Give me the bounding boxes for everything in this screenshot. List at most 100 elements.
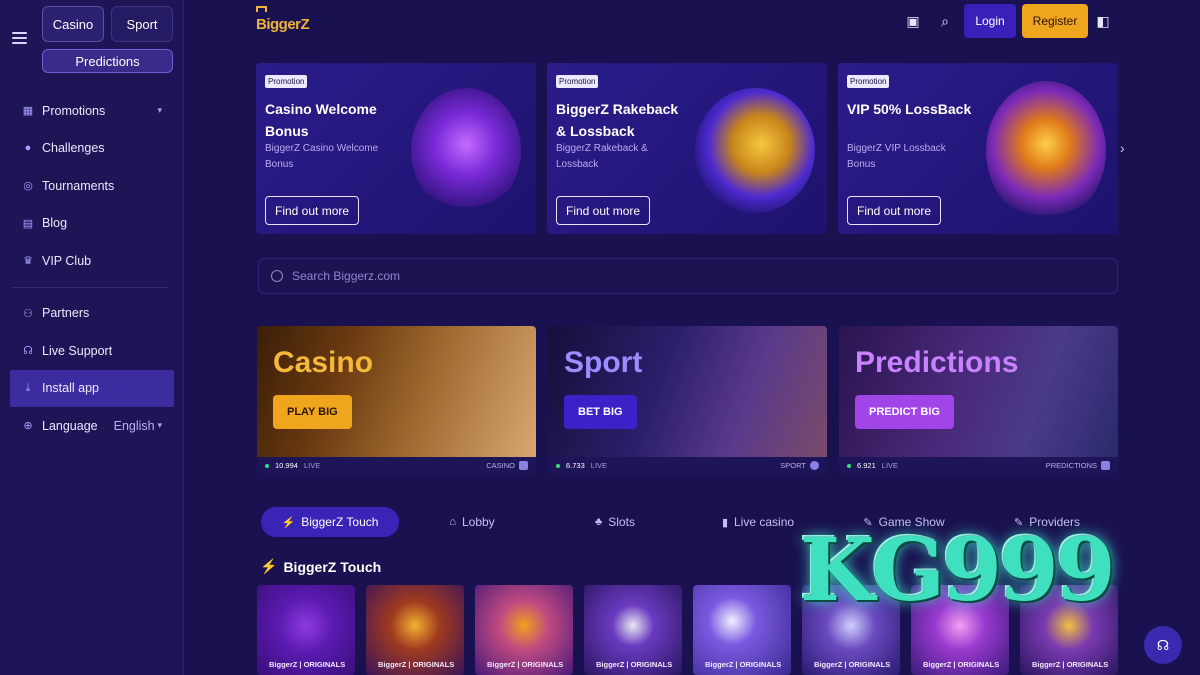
search-input[interactable]: Search Biggerz.com — [258, 258, 1118, 294]
sidebar-item-challenges[interactable]: ● Challenges — [0, 130, 184, 168]
tab-providers[interactable]: ✎ Providers — [977, 507, 1117, 537]
promo-card[interactable]: Promotion VIP 50% LossBack BiggerZ VIP L… — [838, 63, 1118, 234]
tab-label: Lobby — [461, 515, 495, 529]
register-button[interactable]: Register — [1022, 4, 1088, 38]
login-button[interactable]: Login — [964, 4, 1016, 38]
live-count: 6.921 — [857, 461, 876, 470]
sidebar-item-promotions[interactable]: ▦ Promotions ▾ — [0, 92, 184, 130]
category-tile-sport[interactable]: Sport BET BIG 6.733 LIVE SPORT — [548, 326, 827, 474]
chevron-down-icon: ▾ — [157, 105, 162, 116]
cards-icon: ▮ — [721, 516, 728, 529]
game-thumbnail[interactable]: BiggerZ | ORIGINALS — [475, 585, 573, 675]
live-count: 10.994 — [275, 461, 298, 470]
sidebar-item-language[interactable]: ⊕ Language English ▾ — [0, 407, 184, 445]
sidebar-item-label: Live Support — [42, 343, 113, 358]
game-label: BiggerZ | ORIGINALS — [487, 660, 564, 669]
game-label: BiggerZ | ORIGINALS — [596, 660, 673, 669]
chevron-right-icon[interactable]: › — [1120, 140, 1125, 156]
find-out-more-button[interactable]: Find out more — [265, 196, 360, 225]
game-label: BiggerZ | ORIGINALS — [269, 660, 346, 669]
sidebar-item-label: Blog — [42, 216, 68, 231]
sidebar-item-label: Install app — [42, 381, 99, 396]
sidebar-item-live-support[interactable]: ☊ Live Support — [0, 332, 184, 370]
sidebar-item-label: VIP Club — [42, 253, 92, 268]
microphone-icon: ✎ — [863, 516, 873, 529]
tab-slots[interactable]: ♣ Slots — [545, 507, 685, 537]
game-thumbnail[interactable]: BiggerZ | ORIGINALS — [1020, 585, 1118, 675]
support-chat-button[interactable]: ☊ — [1144, 626, 1182, 664]
mode-tab-sport[interactable]: Sport — [111, 6, 173, 42]
tab-lobby[interactable]: ⌂ Lobby — [399, 507, 545, 537]
category-tile-predictions[interactable]: Predictions PREDICT BIG 6.921 LIVE PREDI… — [839, 326, 1118, 474]
category-tag: CASINO — [486, 461, 515, 470]
game-label: BiggerZ | ORIGINALS — [705, 660, 782, 669]
download-icon: ⤓ — [25, 381, 31, 394]
promo-title: BiggerZ Rakeback & Lossback — [556, 101, 679, 139]
live-label: LIVE — [590, 461, 608, 470]
live-label: LIVE — [881, 461, 899, 470]
panel-toggle-icon[interactable]: ◧ — [1094, 12, 1112, 30]
tab-game-show[interactable]: ✎ Game Show — [831, 507, 977, 537]
sidebar-item-tournaments[interactable]: ◎ Tournaments — [0, 167, 184, 205]
promo-badge: Promotion — [556, 75, 599, 88]
promo-card[interactable]: Promotion BiggerZ Rakeback & Lossback Bi… — [547, 63, 827, 234]
section-title-text: BiggerZ Touch — [283, 558, 382, 575]
game-label: BiggerZ | ORIGINALS — [923, 660, 1000, 669]
sidebar-item-label: Language — [42, 418, 98, 433]
mode-tab-casino[interactable]: Casino — [42, 6, 104, 42]
sidebar-item-vip-club[interactable]: ♛ VIP Club — [0, 242, 184, 280]
promo-artwork — [695, 88, 815, 213]
category-footer: 6.733 LIVE SPORT — [548, 457, 827, 474]
game-thumbnail[interactable]: BiggerZ | ORIGINALS — [584, 585, 682, 675]
category-footer: 6.921 LIVE PREDICTIONS — [839, 457, 1118, 474]
providers-icon: ✎ — [1014, 516, 1024, 529]
trophy-icon: ♛ — [23, 255, 33, 268]
brand-logo[interactable]: BiggerZ — [256, 6, 310, 33]
game-thumbnail[interactable]: BiggerZ | ORIGINALS — [911, 585, 1009, 675]
search-icon — [271, 270, 283, 282]
game-thumbnail[interactable]: BiggerZ | ORIGINALS — [366, 585, 464, 675]
medal-icon: ◎ — [23, 180, 33, 193]
tab-label: Providers — [1029, 515, 1080, 529]
predict-big-button[interactable]: PREDICT BIG — [855, 395, 954, 429]
game-label: BiggerZ | ORIGINALS — [814, 660, 891, 669]
sidebar-item-blog[interactable]: ▤ Blog — [0, 205, 184, 243]
sidebar-item-label: Tournaments — [42, 178, 115, 193]
live-label: LIVE — [303, 461, 321, 470]
sidebar-item-partners[interactable]: ⚇ Partners — [0, 295, 184, 333]
language-value: English — [113, 418, 155, 433]
category-tile-casino[interactable]: Casino PLAY BIG 10.994 LIVE CASINO — [257, 326, 536, 474]
hamburger-menu-icon[interactable] — [12, 32, 27, 44]
game-thumbnail[interactable]: BiggerZ | ORIGINALS — [257, 585, 355, 675]
live-count: 6.733 — [566, 461, 585, 470]
section-title: ⚡ BiggerZ Touch — [260, 558, 381, 575]
tab-live-casino[interactable]: ▮ Live casino — [685, 507, 831, 537]
sidebar-item-install-app[interactable]: ⤓ Install app — [10, 369, 174, 407]
game-thumbnail[interactable]: BiggerZ | ORIGINALS — [802, 585, 900, 675]
game-thumbnail[interactable]: BiggerZ | ORIGINALS — [693, 585, 791, 675]
bet-big-button[interactable]: BET BIG — [564, 395, 637, 429]
gift-icon[interactable]: ▣ — [904, 12, 922, 30]
find-out-more-button[interactable]: Find out more — [847, 196, 942, 225]
tab-biggerz-touch[interactable]: ⚡ BiggerZ Touch — [261, 507, 399, 537]
play-big-button[interactable]: PLAY BIG — [273, 395, 352, 429]
sidebar-item-label: Partners — [42, 306, 90, 321]
bolt-icon: ⚡ — [281, 516, 296, 529]
mode-tab-predictions[interactable]: Predictions — [42, 49, 173, 73]
category-title: Predictions — [855, 346, 1019, 379]
promo-card[interactable]: Promotion Casino Welcome Bonus BiggerZ C… — [256, 63, 536, 234]
search-icon[interactable]: ⌕ — [936, 12, 954, 30]
promo-artwork — [411, 88, 521, 213]
sidebar-item-label: Challenges — [42, 141, 105, 156]
promo-title: Casino Welcome Bonus — [265, 101, 377, 139]
home-icon: ⌂ — [449, 516, 456, 528]
game-label: BiggerZ | ORIGINALS — [378, 660, 455, 669]
live-dot-icon — [556, 463, 560, 468]
category-title: Casino — [273, 346, 374, 379]
find-out-more-button[interactable]: Find out more — [556, 196, 651, 225]
document-icon: ▤ — [22, 217, 34, 230]
tab-label: Slots — [608, 515, 635, 529]
person-icon: ● — [24, 142, 32, 155]
ball-icon — [810, 461, 819, 470]
live-dot-icon — [265, 463, 269, 468]
